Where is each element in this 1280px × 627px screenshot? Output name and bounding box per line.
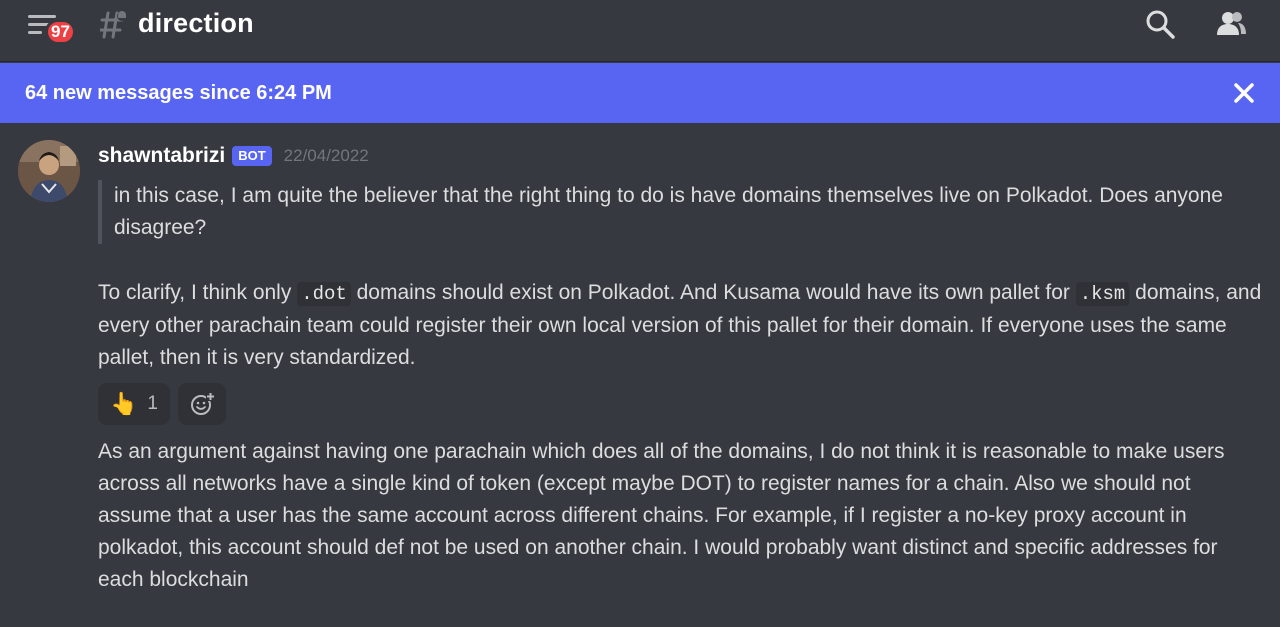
reaction-pointing-up[interactable]: 👆 1 — [98, 383, 170, 425]
reaction-count: 1 — [147, 393, 158, 414]
bot-tag: BOT — [232, 146, 272, 166]
channel-name: direction — [138, 8, 254, 38]
message-text: domains should exist on Polkadot. And Ku… — [350, 281, 1076, 304]
pointing-up-emoji: 👆 — [110, 391, 138, 416]
close-icon[interactable] — [1232, 81, 1256, 105]
members-icon[interactable] — [1214, 7, 1248, 41]
new-messages-text: 64 new messages since 6:24 PM — [25, 82, 332, 104]
message-paragraph-2: As an argument against having one parach… — [98, 440, 1225, 591]
unread-badge: 97 — [45, 19, 76, 45]
new-messages-banner[interactable]: 64 new messages since 6:24 PM — [0, 63, 1280, 123]
username[interactable]: shawntabrizi — [98, 144, 225, 168]
top-bar: 97 direction — [0, 0, 1280, 62]
message-header: shawntabrizi BOT 22/04/2022 — [98, 142, 369, 170]
message-timestamp: 22/04/2022 — [283, 146, 369, 165]
quoted-message: in this case, I am quite the believer th… — [98, 180, 1248, 244]
message-paragraph-1: To clarify, I think only .dot domains sh… — [98, 277, 1263, 374]
thread-channel-icon — [100, 11, 127, 39]
add-reaction-icon — [191, 392, 215, 415]
avatar[interactable] — [18, 140, 80, 202]
message-text: To clarify, I think only — [98, 281, 298, 304]
inline-code-dot: .dot — [297, 282, 351, 306]
search-icon[interactable] — [1143, 7, 1177, 41]
inline-code-ksm: .ksm — [1075, 282, 1130, 306]
add-reaction-button[interactable] — [178, 383, 226, 425]
reactions-bar: 👆 1 — [98, 383, 226, 425]
menu-button[interactable]: 97 — [28, 10, 78, 46]
